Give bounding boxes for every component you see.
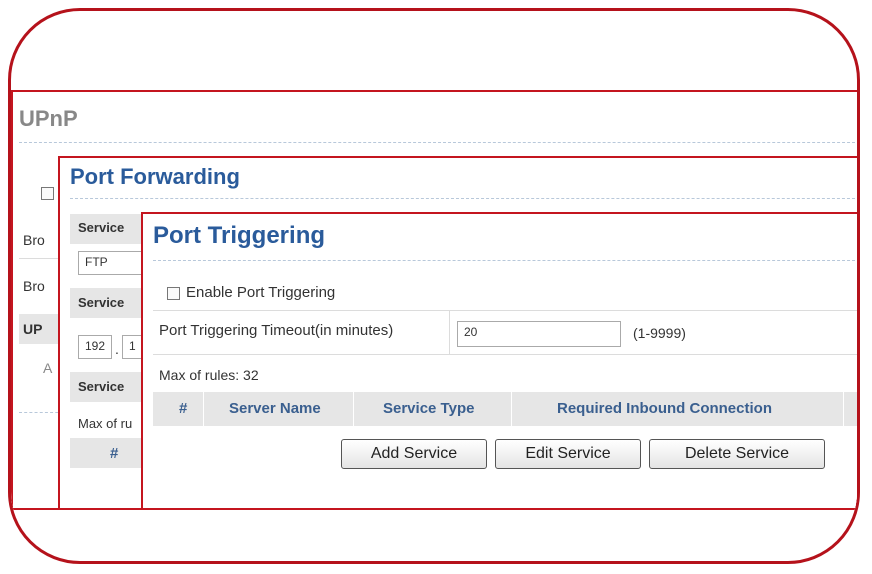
column-header-inbound-connection: Required Inbound Connection <box>557 400 772 417</box>
column-divider <box>511 392 512 426</box>
highlight-frame: UPnP Bro Bro UP A Port Forwarding Servic… <box>8 8 860 564</box>
edit-service-button[interactable]: Edit Service <box>495 439 641 469</box>
row-divider <box>153 354 857 355</box>
port-triggering-panel: Port Triggering Enable Port Triggering P… <box>141 212 857 510</box>
upnp-enable-checkbox[interactable] <box>41 187 54 200</box>
upnp-row-label: Bro <box>23 232 45 248</box>
ip-separator: . <box>115 341 119 357</box>
timeout-input[interactable]: 20 <box>457 321 621 347</box>
max-rules-label: Max of rules: 32 <box>159 367 259 383</box>
timeout-label: Port Triggering Timeout(in minutes) <box>159 322 394 339</box>
delete-service-button[interactable]: Delete Service <box>649 439 825 469</box>
column-header-num: # <box>179 400 188 417</box>
upnp-row-label: Bro <box>23 278 45 294</box>
column-header-num: # <box>110 445 119 462</box>
column-header-service-type: Service Type <box>383 400 475 417</box>
upnp-title: UPnP <box>19 106 78 131</box>
service-label: Service <box>78 379 125 394</box>
service-label: Service <box>78 295 125 310</box>
timeout-range: (1-9999) <box>633 325 686 341</box>
port-forwarding-title: Port Forwarding <box>70 164 240 189</box>
row-divider <box>153 310 857 311</box>
enable-port-triggering-checkbox[interactable] <box>167 287 180 300</box>
column-header-server-name: Server Name <box>229 400 321 417</box>
column-divider <box>843 392 844 426</box>
column-divider <box>203 392 204 426</box>
enable-port-triggering-label: Enable Port Triggering <box>186 284 336 301</box>
ip-octet-1-input[interactable]: 192 <box>78 335 112 359</box>
service-label: Service <box>78 220 125 235</box>
column-divider <box>353 392 354 426</box>
port-forwarding-divider <box>70 198 857 199</box>
upnp-section-label: UP <box>23 321 43 337</box>
max-rules-label: Max of ru <box>78 416 133 431</box>
column-divider <box>449 310 450 354</box>
port-triggering-title: Port Triggering <box>153 222 326 249</box>
port-triggering-divider <box>153 260 857 261</box>
upnp-row-label: A <box>43 360 53 376</box>
add-service-button[interactable]: Add Service <box>341 439 487 469</box>
service-select[interactable]: FTP <box>78 251 148 275</box>
upnp-title-divider <box>19 142 857 143</box>
